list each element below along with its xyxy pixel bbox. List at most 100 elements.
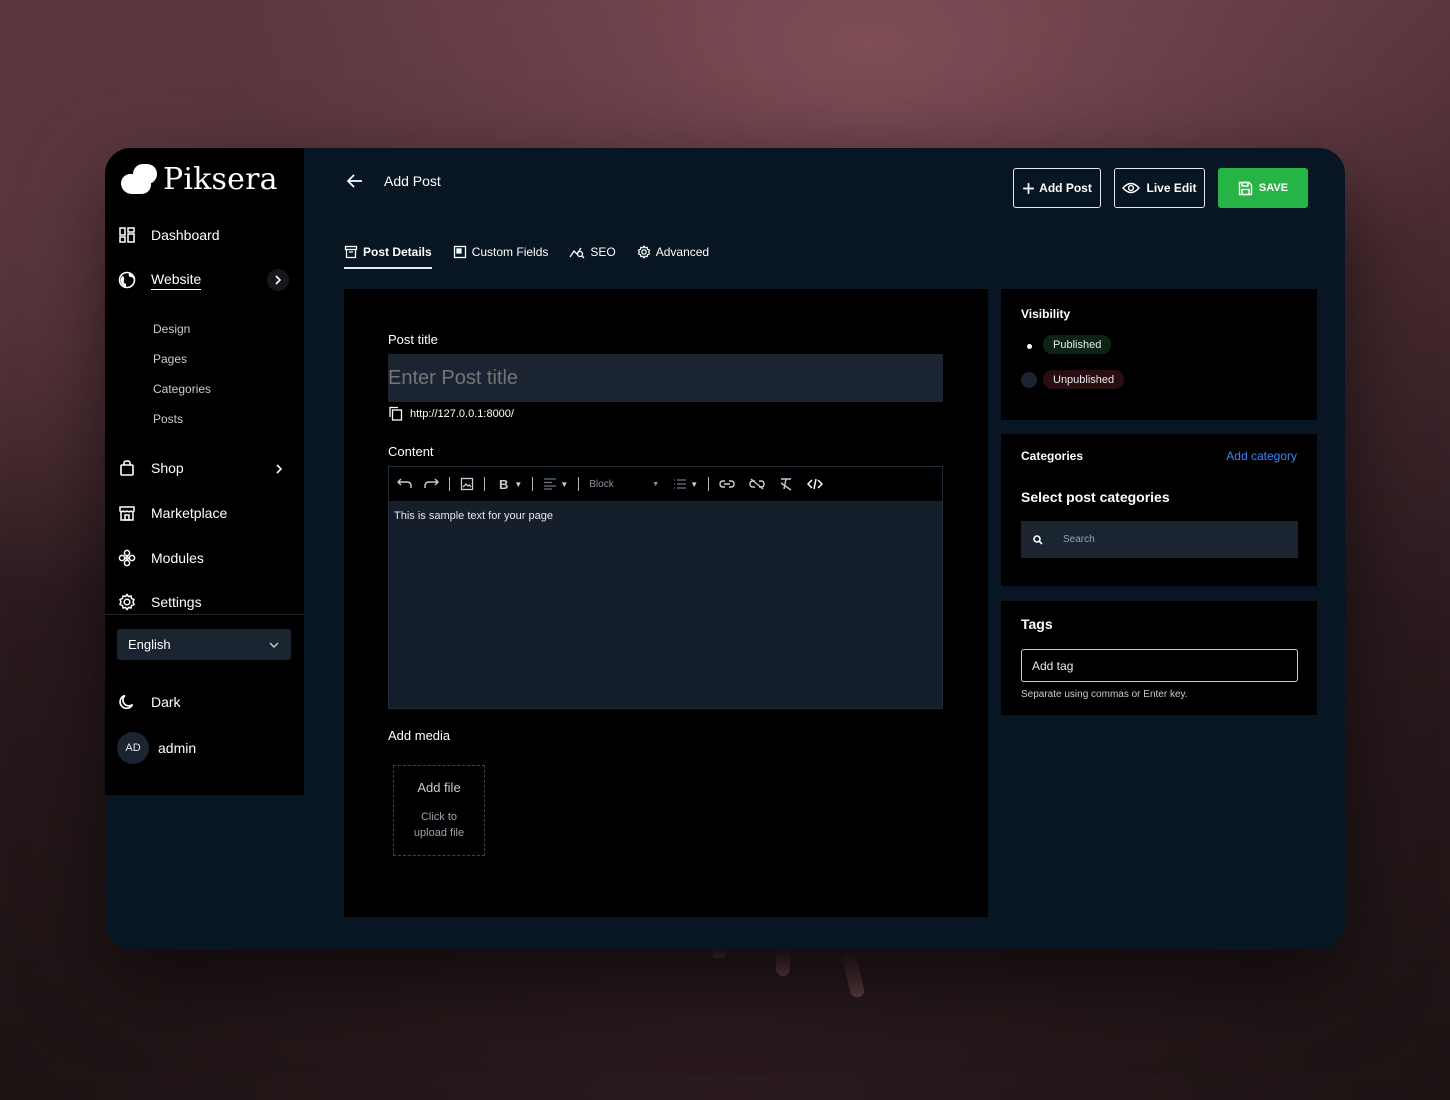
sidebar-item-modules[interactable]: Modules — [117, 546, 204, 570]
editor-toolbar: B ▼ ▼ Block ▼ ▼ — [389, 467, 942, 502]
content-label: Content — [388, 444, 434, 459]
background-streak — [840, 949, 866, 999]
list-icon[interactable] — [673, 474, 687, 494]
add-file-label: Add file — [417, 780, 461, 795]
add-post-button[interactable]: Add Post — [1013, 168, 1101, 208]
gear-icon — [637, 245, 651, 259]
tags-card: Tags Add tag Separate using commas or En… — [1001, 601, 1317, 715]
sidebar-item-label: Settings — [151, 594, 202, 610]
block-select-value: Block — [589, 478, 614, 490]
post-details-panel: Post title http://127.0.0.1:8000/ Conten… — [344, 289, 988, 917]
redo-icon[interactable] — [423, 474, 439, 494]
sidebar-item-label: Shop — [151, 460, 184, 476]
copy-icon[interactable] — [388, 406, 403, 421]
sidebar-item-marketplace[interactable]: Marketplace — [117, 501, 227, 525]
chevron-right-icon[interactable] — [275, 464, 283, 474]
sidebar: Piksera Dashboard Website Design Pages C… — [105, 148, 304, 795]
brand-logo[interactable]: Piksera — [121, 162, 278, 197]
sidebar-subitem-categories[interactable]: Categories — [153, 382, 211, 396]
tab-label: Post Details — [363, 245, 432, 259]
visibility-card: Visibility Published Unpublished — [1001, 289, 1317, 420]
visibility-title: Visibility — [1021, 307, 1071, 321]
toolbar-separator — [484, 477, 485, 491]
background-streak — [712, 950, 726, 958]
align-left-icon[interactable] — [543, 474, 557, 494]
chevron-down-icon[interactable]: ▼ — [690, 474, 698, 494]
sidebar-item-settings[interactable]: Settings — [117, 590, 202, 614]
unlink-icon[interactable] — [749, 474, 765, 494]
page-title: Add Post — [384, 173, 441, 189]
user-name[interactable]: admin — [158, 740, 196, 756]
block-select[interactable]: Block ▼ — [589, 474, 659, 494]
tab-bar: Post Details Custom Fields SEO Advanced — [344, 241, 730, 269]
website-expand-button[interactable] — [267, 269, 289, 291]
back-button[interactable] — [345, 171, 365, 196]
post-title-input[interactable] — [388, 354, 943, 402]
sidebar-item-label: Modules — [151, 550, 204, 566]
rich-text-editor[interactable]: B ▼ ▼ Block ▼ ▼ This is sample text for … — [388, 466, 943, 709]
post-url: http://127.0.0.1:8000/ — [388, 406, 514, 421]
editor-content[interactable]: This is sample text for your page — [389, 502, 942, 530]
avatar[interactable]: AD — [117, 732, 149, 764]
categories-title: Categories — [1021, 449, 1084, 463]
undo-icon[interactable] — [397, 474, 413, 494]
toolbar-separator — [708, 477, 710, 491]
sidebar-subitem-posts[interactable]: Posts — [153, 412, 183, 426]
store-icon — [117, 503, 137, 523]
radio-published[interactable] — [1021, 338, 1037, 354]
tab-seo[interactable]: SEO — [569, 241, 616, 263]
upload-hint: Click to upload file — [413, 811, 465, 839]
image-icon[interactable] — [460, 474, 474, 494]
tab-custom-fields[interactable]: Custom Fields — [453, 241, 548, 263]
language-select-value: English — [128, 637, 171, 652]
clear-format-icon[interactable] — [779, 474, 793, 494]
tab-advanced[interactable]: Advanced — [637, 241, 709, 263]
tag-input[interactable]: Add tag — [1021, 649, 1298, 682]
add-post-label: Add Post — [1039, 181, 1092, 195]
add-category-link[interactable]: Add category — [1226, 449, 1297, 463]
brand-name: Piksera — [163, 162, 278, 197]
code-view-icon[interactable] — [807, 474, 824, 494]
search-icon — [1033, 534, 1043, 545]
save-button[interactable]: SAVE — [1218, 168, 1308, 208]
toolbar-separator — [578, 477, 580, 491]
tags-hint: Separate using commas or Enter key. — [1021, 689, 1188, 700]
categories-subtitle: Select post categories — [1021, 489, 1170, 505]
live-edit-label: Live Edit — [1146, 181, 1197, 195]
bold-icon[interactable]: B — [499, 474, 508, 494]
radio-unpublished[interactable] — [1021, 372, 1037, 388]
chevron-right-icon — [275, 275, 282, 285]
sidebar-subitem-design[interactable]: Design — [153, 322, 190, 336]
sidebar-item-label: Website — [151, 271, 202, 290]
sidebar-divider — [105, 614, 304, 615]
language-select[interactable]: English — [117, 629, 291, 660]
chevron-down-icon: ▼ — [652, 480, 660, 488]
gear-icon — [117, 592, 137, 612]
post-title-label: Post title — [388, 332, 438, 347]
dashboard-icon — [117, 225, 137, 245]
post-url-text: http://127.0.0.1:8000/ — [410, 407, 514, 420]
sidebar-subitem-pages[interactable]: Pages — [153, 352, 187, 366]
theme-label: Dark — [151, 694, 181, 710]
background-streak — [776, 950, 790, 976]
radio-dot — [1026, 343, 1032, 349]
link-icon[interactable] — [719, 474, 735, 494]
chevron-down-icon[interactable]: ▼ — [514, 474, 522, 494]
seo-chart-icon — [569, 245, 585, 259]
sidebar-item-label: Dashboard — [151, 227, 220, 243]
moon-icon — [117, 692, 137, 712]
sidebar-item-dashboard[interactable]: Dashboard — [117, 223, 220, 247]
arrow-left-icon — [346, 174, 362, 188]
theme-toggle[interactable]: Dark — [117, 690, 181, 714]
published-badge[interactable]: Published — [1043, 335, 1112, 354]
toolbar-separator — [532, 477, 534, 491]
sidebar-item-shop[interactable]: Shop — [117, 456, 184, 480]
category-search-input[interactable]: Search — [1021, 521, 1298, 558]
unpublished-badge[interactable]: Unpublished — [1043, 370, 1125, 389]
file-upload-dropzone[interactable]: Add file Click to upload file — [393, 765, 485, 856]
live-edit-button[interactable]: Live Edit — [1114, 168, 1205, 208]
archive-icon — [344, 245, 358, 259]
sidebar-item-website[interactable]: Website — [117, 268, 202, 292]
tab-post-details[interactable]: Post Details — [344, 241, 432, 269]
chevron-down-icon[interactable]: ▼ — [560, 474, 568, 494]
